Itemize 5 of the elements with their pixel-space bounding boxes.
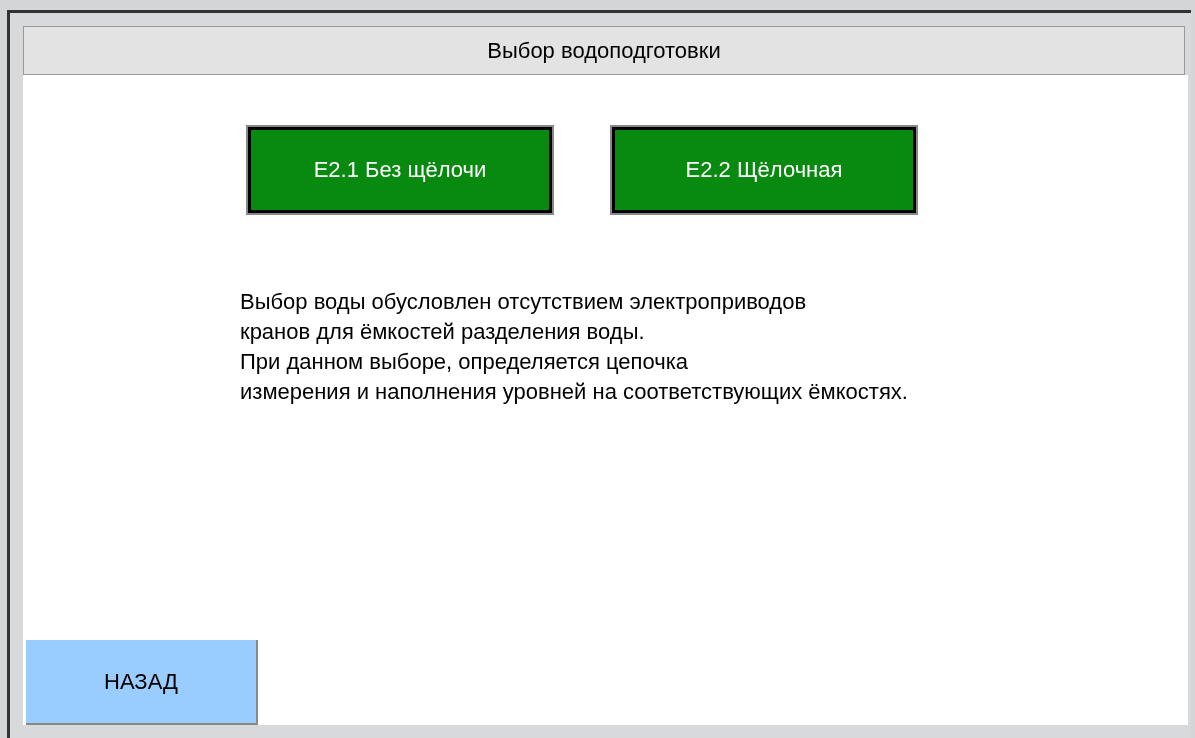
option-button[interactable]: E2.1 Без щёлочи bbox=[248, 127, 552, 213]
option-button[interactable]: E2.2 Щёлочная bbox=[612, 127, 916, 213]
description-text: Выбор воды обусловлен отсутствием электроприводов кранов для ёмкостей разделения воды. При данном выборе, определяется цепочка измерения и наполнения уровней на соответствующих ёмкостях. bbox=[240, 288, 908, 406]
back-button[interactable]: НАЗАД bbox=[26, 640, 258, 725]
window-title: Выбор водоподготовки bbox=[23, 26, 1185, 75]
